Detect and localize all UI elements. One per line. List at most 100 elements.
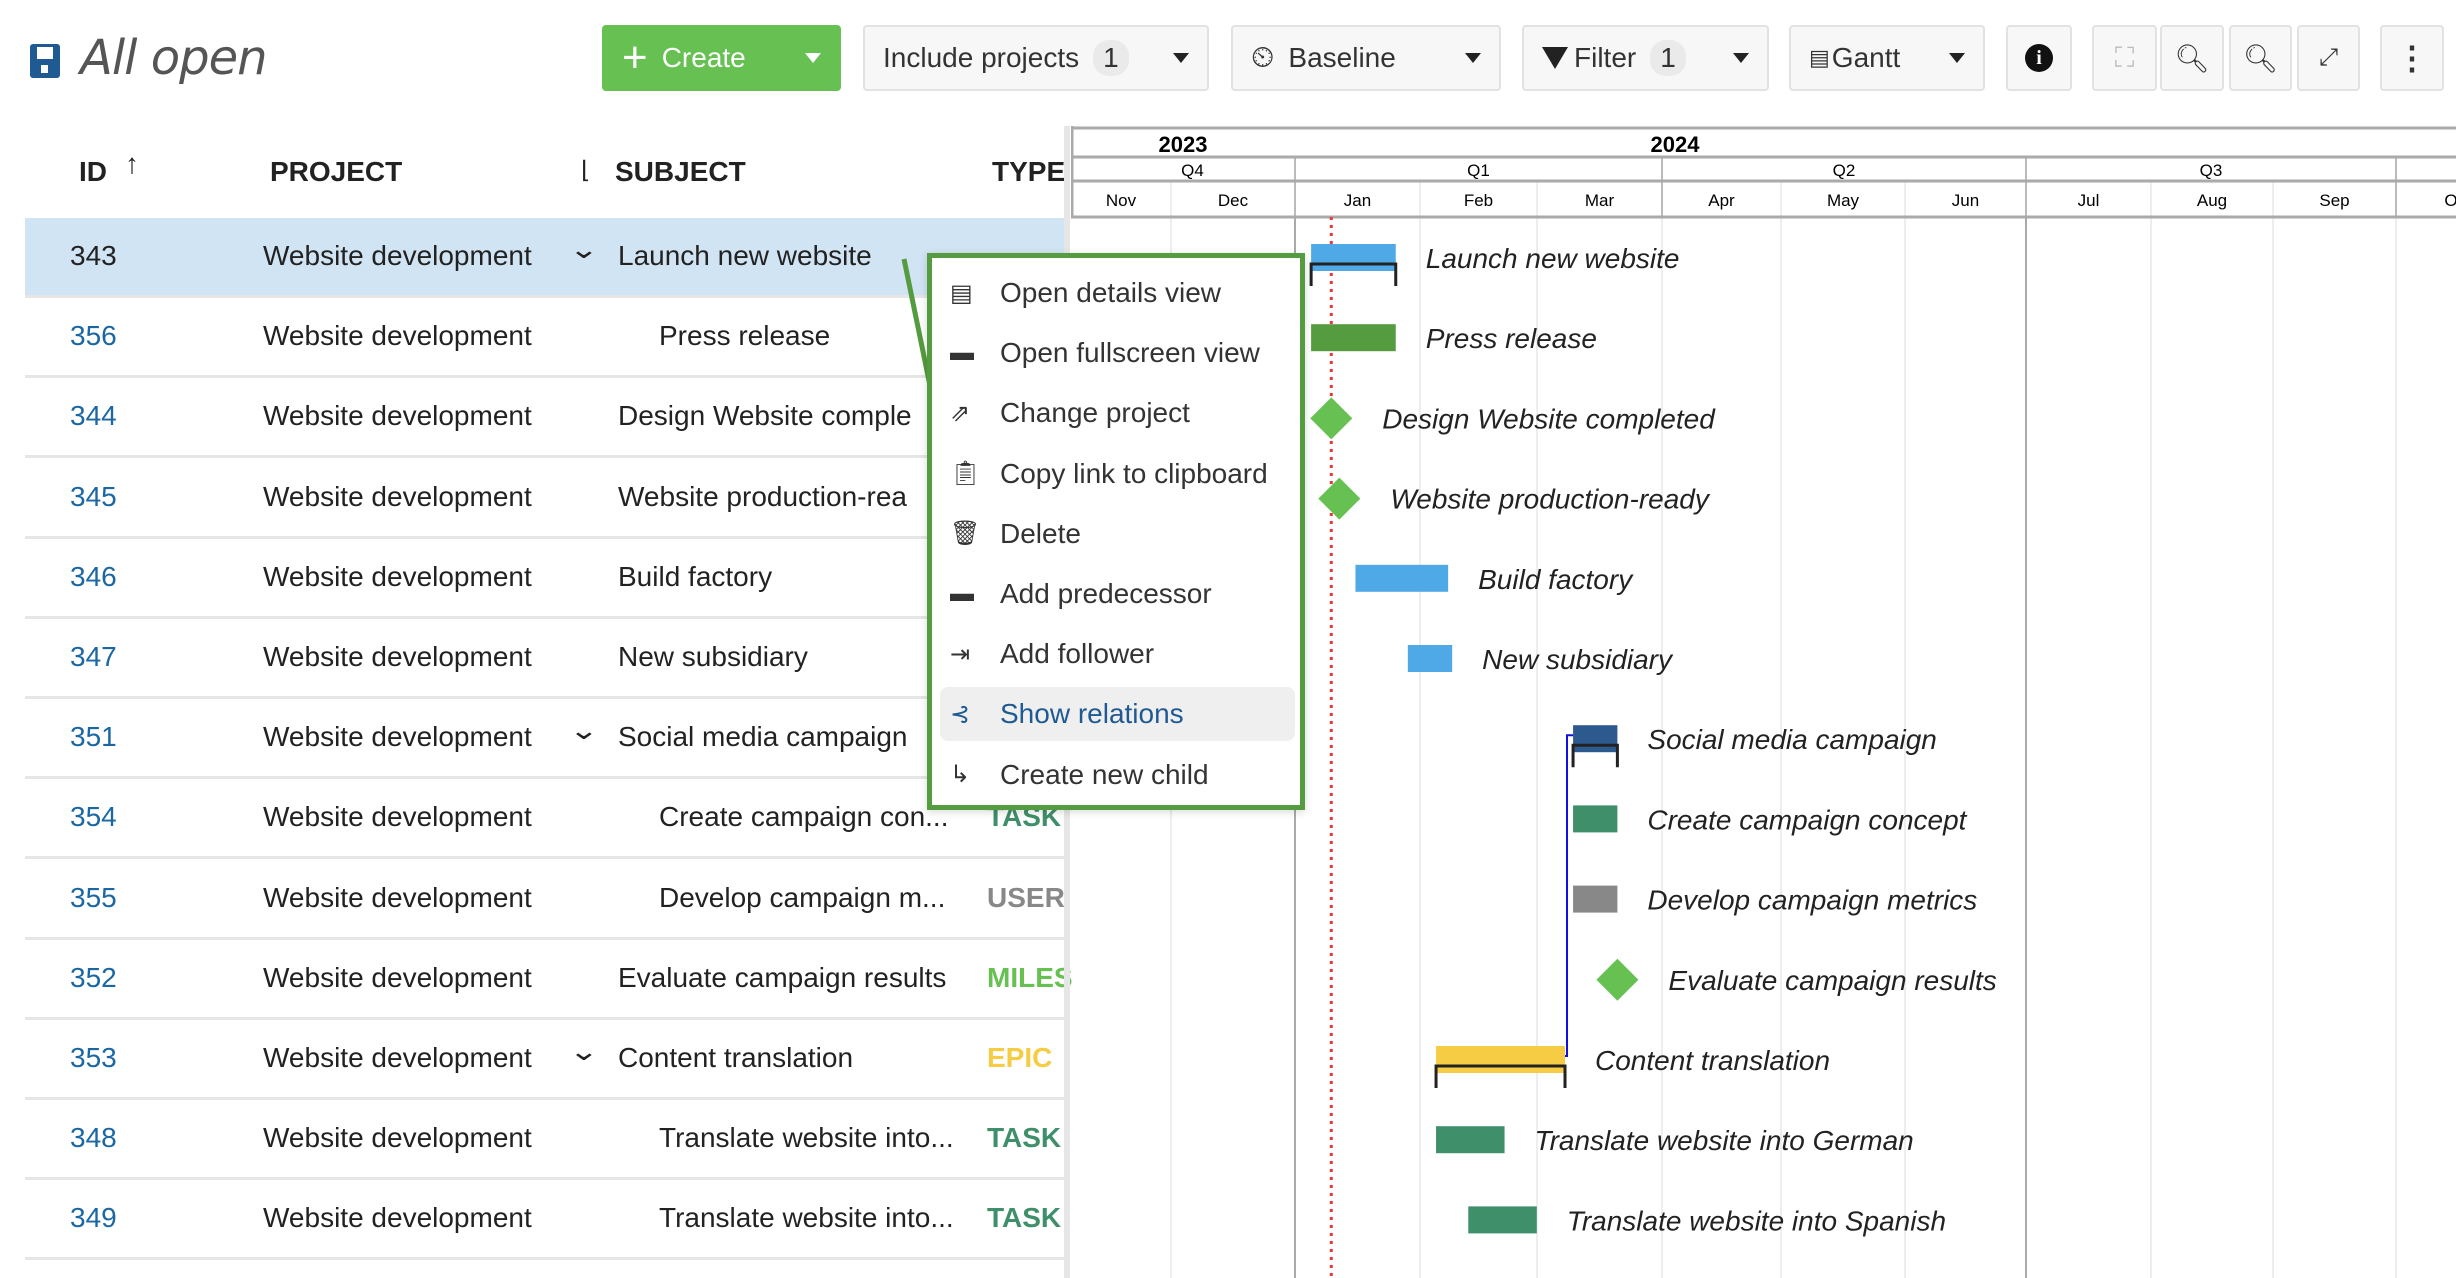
row-subject[interactable]: New subsidiary [618,641,808,673]
menu-item-label: Open details view [1000,277,1222,308]
menu-item-change-project[interactable]: ⇗ Change project [940,386,1295,440]
month-label: May [1827,191,1860,210]
baseline-button[interactable]: ⏲ Baseline [1231,25,1501,91]
table-row[interactable]: 348 Website development Translate website… [25,1100,1069,1181]
caret-down-icon [1465,53,1481,63]
column-project[interactable]: PROJECT [270,156,402,188]
table-row[interactable]: 352 Website development Evaluate campaign… [25,940,1073,1020]
table-row[interactable]: 346 Website development Build factory [25,539,1069,619]
table-row[interactable]: 355 Website development Develop campaign … [25,860,1069,940]
row-id[interactable]: 346 [70,561,117,593]
menu-item-add-predecessor[interactable]: ▬ Add predecessor [940,567,1295,621]
row-id[interactable]: 352 [70,962,117,994]
table-header: ID ↑ PROJECT ⌊ SUBJECT TYPE [25,126,1069,218]
table-row[interactable]: 353 Website development ⌄ Content translat… [25,1020,1069,1100]
row-subject[interactable]: Press release [659,320,830,352]
row-id[interactable]: 349 [70,1202,117,1234]
row-project: Website development [263,1202,532,1234]
column-id[interactable]: ID [79,156,107,188]
menu-item-open-fullscreen-view[interactable]: ▬ Open fullscreen view [940,326,1295,380]
more-button[interactable]: ⋮ [2380,25,2444,91]
row-subject[interactable]: Create campaign con... [659,801,949,833]
row-id[interactable]: 355 [70,882,117,914]
chevron-down-icon[interactable]: ⌄ [569,1036,600,1067]
row-id[interactable]: 354 [70,801,117,833]
quarter-label: Q4 [1181,161,1204,180]
row-id[interactable]: 345 [70,481,117,513]
gantt-milestone [1596,958,1639,1001]
zoom-in-button[interactable]: 🔍︎ [2229,25,2292,91]
row-subject[interactable]: Translate website into... [659,1202,954,1234]
create-button[interactable]: + Create [602,25,841,91]
hierarchy-icon[interactable]: ⌊ [581,156,590,185]
row-subject[interactable]: Design Website comple [618,400,912,432]
chevron-down-icon[interactable]: ⌄ [569,715,600,746]
row-id[interactable]: 344 [70,400,117,432]
row-id[interactable]: 353 [70,1042,117,1074]
sort-ascending-icon[interactable]: ↑ [125,148,139,180]
row-subject[interactable]: Website production-rea [618,481,907,513]
page-title: All open [80,30,268,86]
table-row[interactable]: 354 Website development Create campaign c… [25,779,1069,860]
gantt-bar [1436,1046,1566,1073]
gantt-bar-label: Launch new website [1426,243,1680,274]
menu-item-delete[interactable]: 🗑︎ Delete [940,507,1295,561]
table-row[interactable]: 356 Website development Press release [25,298,1069,379]
menu-item-label: Add predecessor [1000,578,1212,609]
row-id[interactable]: 343 [70,240,117,272]
row-id[interactable]: 351 [70,721,117,753]
month-label: Apr [1708,191,1735,210]
month-label: Jan [1344,191,1371,210]
row-id[interactable]: 356 [70,320,117,352]
month-label: Sep [2319,191,2349,210]
menu-item-label: Change project [1000,397,1190,429]
row-subject[interactable]: Translate website into... [659,1122,954,1154]
info-button[interactable]: i [2006,25,2072,91]
chevron-down-icon[interactable]: ⌄ [569,234,600,265]
zoom-out-button[interactable]: 🔍︎ [2160,25,2224,91]
floppy-disk-icon[interactable] [30,44,60,78]
include-projects-button[interactable]: Include projects 1 [863,25,1209,91]
gantt-bar [1311,324,1396,352]
row-subject[interactable]: Launch new website [618,240,872,272]
view-mode-button[interactable]: ▤ Gantt [1789,25,1985,91]
table-row[interactable]: 343 Website development ⌄ Launch new websi… [25,218,1069,298]
table-row[interactable]: 344 Website development Design Website co… [25,378,1069,459]
filter-button[interactable]: Filter 1 [1522,25,1769,91]
menu-item-create-new-child[interactable]: ↳ Create new child [940,748,1295,802]
trash-icon: 🗑︎ [950,520,981,548]
row-id[interactable]: 347 [70,641,117,673]
row-subject[interactable]: Social media campaign [618,721,908,753]
relations-icon: ⊰ [950,700,971,728]
table-row[interactable]: 351 Website development ⌄ Social media cam… [25,699,1069,780]
quarter-label: Q2 [1833,161,1856,180]
gantt-bar [1407,645,1453,672]
table-row[interactable]: 345 Website development Website productio… [25,459,1069,539]
year-label: 2023 [1159,132,1208,157]
menu-item-add-follower[interactable]: ⇥ Add follower [940,627,1295,681]
menu-item-show-relations[interactable]: ⊰ Show relations [940,687,1295,742]
expand-icon: ⤢ [2318,44,2339,71]
column-type[interactable]: TYPE [992,156,1065,188]
table-row[interactable]: 349 Website development Translate website… [25,1180,1069,1261]
gantt-bar [1311,244,1396,271]
table-row[interactable]: 347 Website development New subsidiary [25,619,1069,699]
gantt-bar-label: Develop campaign metrics [1647,885,1977,916]
fullscreen-frame-button[interactable]: ⛶ [2092,25,2157,91]
gantt-bar-label: New subsidiary [1482,644,1674,675]
row-subject[interactable]: Build factory [618,561,772,593]
row-subject[interactable]: Evaluate campaign results [618,962,946,994]
row-id[interactable]: 348 [70,1122,117,1154]
row-subject[interactable]: Content translation [618,1042,853,1074]
include-projects-label: Include projects [883,42,1080,73]
caret-down-icon [1173,53,1189,63]
context-menu: ▤ Open details view ▬ Open fullscreen view ⇗… [927,253,1305,810]
menu-item-open-details-view[interactable]: ▤ Open details view [940,266,1295,320]
menu-item-copy-link-to-clipboard[interactable]: 📋︎ Copy link to clipboard [940,447,1295,501]
column-subject[interactable]: SUBJECT [615,156,746,188]
menu-item-label: Add follower [1000,638,1155,670]
row-subject[interactable]: Develop campaign m... [659,882,945,914]
create-child-icon: ↳ [950,761,971,789]
expand-button[interactable]: ⤢ [2297,25,2360,91]
zoom-out-icon: 🔍︎ [2174,42,2210,74]
